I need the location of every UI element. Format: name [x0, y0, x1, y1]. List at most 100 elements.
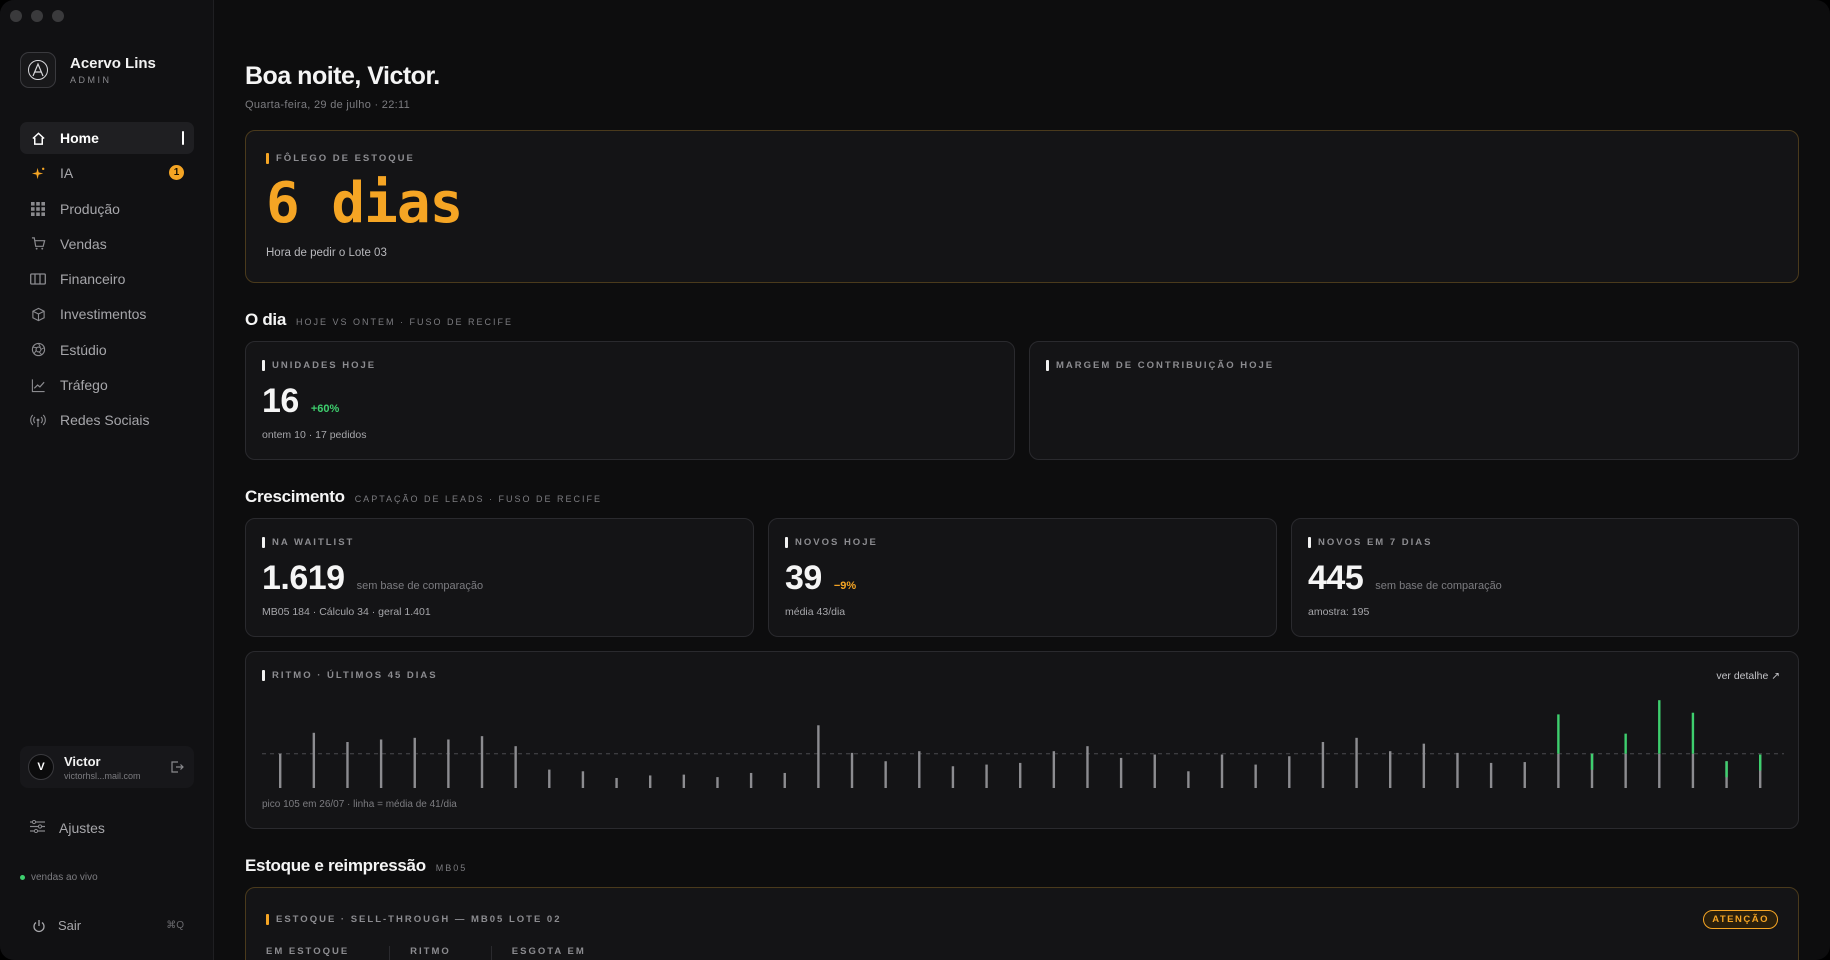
metric-sub: ontem 10 · 17 pedidos [262, 429, 367, 441]
user-card[interactable]: V Victor victorhsl...mail.com [20, 746, 194, 788]
chart-bar [1624, 733, 1627, 754]
section-growth-header: Crescimento CAPTAÇÃO DE LEADS · FUSO DE … [245, 487, 602, 507]
chart-bar [1187, 771, 1190, 788]
chart-bar [346, 742, 349, 788]
metric-sub: MB05 184 · Cálculo 34 · geral 1.401 [262, 606, 431, 618]
sidebar-item-investimentos[interactable]: Investimentos [20, 298, 194, 330]
zoom-window-button[interactable] [52, 10, 64, 22]
sidebar-item-label: IA [60, 165, 74, 182]
column-header: ESGOTA EM [511, 946, 586, 957]
sell-through-card: ESTOQUE · SELL-THROUGH — MB05 LOTE 02 AT… [245, 887, 1799, 960]
metric-delta: −9% [833, 580, 857, 592]
grid-icon [30, 201, 46, 217]
label-marker [266, 914, 269, 925]
sidebar-item-ajustes[interactable]: Ajustes [30, 819, 105, 836]
avatar: V [28, 754, 54, 780]
label-marker [785, 537, 788, 548]
chart-bar [1019, 762, 1022, 788]
stock-breath-card: FÔLEGO DE ESTOQUE 6 dias Hora de pedir o… [245, 130, 1799, 283]
sliders-icon [30, 819, 45, 836]
chart-bar [1355, 737, 1358, 788]
rhythm-chart [262, 700, 1784, 788]
logout-icon[interactable] [170, 760, 184, 779]
bar-highlight [1759, 754, 1762, 771]
sidebar-item-ia[interactable]: IA 1 [20, 157, 194, 189]
stock-columns: EM ESTOQUE RITMO ESGOTA EM [266, 946, 646, 960]
sidebar-item-vendas[interactable]: Vendas [20, 228, 194, 260]
bar-base [1624, 753, 1627, 788]
chart-bar [850, 752, 854, 788]
sidebar-item-trafego[interactable]: Tráfego [20, 369, 194, 401]
chart-bar [716, 777, 719, 788]
chart-bar [548, 769, 551, 788]
label-marker [262, 360, 265, 371]
chart-bar [1389, 751, 1392, 788]
section-title: Estoque e reimpressão [245, 856, 426, 875]
brand[interactable]: Acervo Lins ADMIN [20, 52, 156, 88]
chart-bar [480, 736, 484, 788]
metric-value: 39 [785, 559, 822, 597]
minimize-window-button[interactable] [31, 10, 43, 22]
chart-bar [1254, 764, 1257, 788]
metric-sub: amostra: 195 [1308, 606, 1370, 618]
live-dot-icon [20, 875, 25, 880]
wallet-icon [30, 271, 46, 287]
metric-delta: +60% [310, 403, 340, 415]
power-icon [32, 919, 46, 933]
chart-bar [312, 732, 316, 788]
chart-bar [749, 772, 753, 788]
chart-bar [1691, 712, 1695, 754]
label-marker [262, 670, 265, 681]
chart-bar [1086, 746, 1089, 788]
bar-highlight [1590, 753, 1594, 770]
new-7d-card: NOVOS EM 7 DIAS 445 sem base de comparaç… [1291, 518, 1799, 637]
chart-bar [951, 766, 955, 788]
label-marker [266, 153, 269, 164]
rhythm-card: RITMO · ÚLTIMOS 45 DIAS ver detalhe ↗ pi… [245, 651, 1799, 829]
section-title: Crescimento [245, 487, 345, 506]
close-window-button[interactable] [10, 10, 22, 22]
chart-bar [884, 761, 887, 788]
sidebar-item-label: Investimentos [60, 306, 147, 323]
sidebar-item-home[interactable]: Home [20, 122, 194, 154]
chart-bar [649, 775, 652, 788]
sidebar-item-label: Produção [60, 200, 120, 217]
chart-bar [1658, 700, 1661, 754]
bar-highlight [1725, 761, 1728, 778]
section-stock-header: Estoque e reimpressão MB05 [245, 856, 467, 876]
chart-bar [1220, 754, 1224, 788]
chart-title: RITMO · ÚLTIMOS 45 DIAS [272, 670, 438, 681]
metric-note: sem base de comparação [1375, 580, 1502, 592]
metric-value: 16 [262, 382, 299, 420]
sparkle-icon [30, 165, 46, 181]
chart-bar [581, 771, 585, 788]
label-marker [262, 537, 265, 548]
metric-note: sem base de comparação [356, 580, 484, 592]
sidebar-item-redes-sociais[interactable]: Redes Sociais [20, 404, 194, 436]
page-title: Boa noite, Victor. [245, 62, 440, 90]
cube-icon [30, 306, 46, 322]
chart-footer: pico 105 em 26/07 · linha = média de 41/… [262, 799, 457, 810]
sidebar-item-producao[interactable]: Produção [20, 193, 194, 225]
chart-bar [817, 725, 820, 788]
metric-label: NOVOS EM 7 DIAS [1318, 537, 1433, 548]
user-email: victorhsl...mail.com [64, 770, 141, 781]
brand-role: ADMIN [70, 75, 112, 85]
stock-breath-note: Hora de pedir o Lote 03 [266, 247, 387, 259]
metric-label: MARGEM DE CONTRIBUIÇÃO HOJE [1056, 360, 1275, 371]
chart-bar [1523, 762, 1526, 788]
sidebar-item-estudio[interactable]: Estúdio [20, 334, 194, 366]
sidebar: Acervo Lins ADMIN Home IA 1 Produção Ven [0, 0, 214, 960]
label-marker [1046, 360, 1049, 371]
chart-bar [1119, 757, 1123, 788]
view-detail-link[interactable]: ver detalhe ↗ [1716, 670, 1780, 682]
sidebar-item-financeiro[interactable]: Financeiro [20, 263, 194, 295]
column-header: RITMO [410, 946, 492, 960]
chart-bar [1456, 752, 1459, 788]
metric-label: NOVOS HOJE [795, 537, 878, 548]
trend-icon [30, 377, 46, 393]
chart-bar [1153, 754, 1156, 788]
logout-button[interactable]: Sair ⌘Q [32, 918, 184, 933]
logout-shortcut: ⌘Q [166, 920, 184, 931]
section-day-header: O dia HOJE VS ONTEM · FUSO DE RECIFE [245, 310, 513, 330]
